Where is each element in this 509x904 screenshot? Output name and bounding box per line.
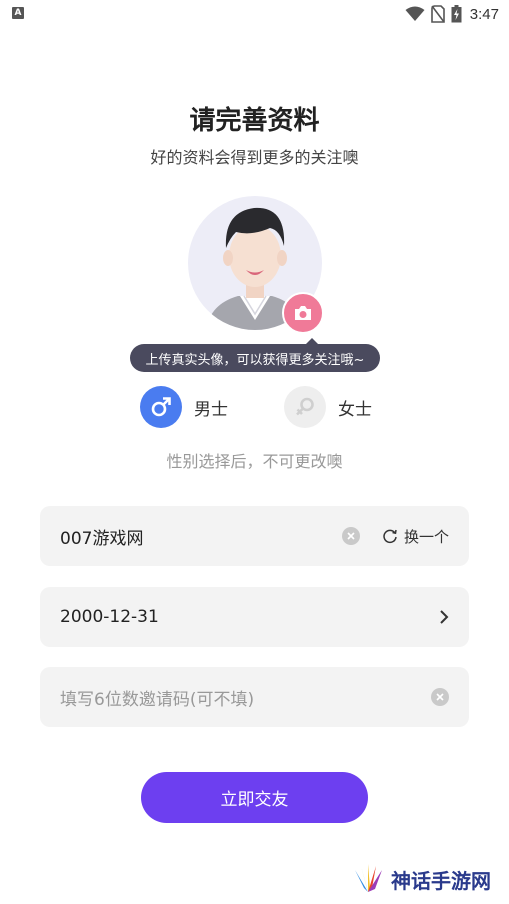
female-icon bbox=[296, 397, 314, 416]
invite-code-field[interactable]: 填写6位数邀请码(可不填) bbox=[40, 667, 469, 727]
clear-nickname-icon[interactable] bbox=[341, 527, 360, 545]
birthday-field[interactable]: 2000-12-31 bbox=[40, 587, 469, 647]
camera-button[interactable] bbox=[282, 292, 324, 334]
watermark: 神话手游网 bbox=[351, 864, 491, 894]
page-title: 请完善资料 bbox=[189, 106, 320, 136]
avatar-tooltip: 上传真实头像，可以获得更多关注哦~ bbox=[130, 338, 380, 372]
female-label: 女士 bbox=[338, 399, 372, 420]
nickname-value[interactable]: 007游戏网 bbox=[60, 524, 342, 549]
nickname-field[interactable]: 007游戏网 换一个 bbox=[40, 506, 469, 566]
avatar-upload[interactable] bbox=[188, 196, 324, 334]
male-icon bbox=[151, 397, 171, 417]
notification-icon: A bbox=[12, 7, 24, 19]
no-sim-icon bbox=[430, 5, 445, 23]
clear-invite-icon[interactable] bbox=[431, 688, 449, 706]
gender-male-option[interactable]: 男士 bbox=[140, 386, 228, 428]
gender-note: 性别选择后，不可更改噢 bbox=[166, 452, 343, 471]
invite-code-input[interactable]: 填写6位数邀请码(可不填) bbox=[60, 685, 431, 710]
birthday-value: 2000-12-31 bbox=[60, 607, 159, 627]
page-subtitle: 好的资料会得到更多的关注噢 bbox=[150, 148, 359, 167]
status-time: 3:47 bbox=[469, 5, 499, 23]
status-icons: 3:47 bbox=[405, 4, 499, 24]
camera-icon bbox=[295, 306, 311, 320]
swap-nickname-button[interactable]: 换一个 bbox=[382, 526, 449, 547]
status-bar: A 3:47 bbox=[0, 0, 509, 28]
refresh-icon bbox=[383, 529, 397, 544]
battery-charging-icon bbox=[451, 5, 462, 23]
female-circle[interactable] bbox=[284, 386, 326, 428]
submit-button[interactable]: 立即交友 bbox=[141, 772, 368, 823]
male-circle[interactable] bbox=[140, 386, 182, 428]
wifi-icon bbox=[405, 6, 425, 21]
watermark-logo bbox=[355, 864, 382, 892]
gender-female-option[interactable]: 女士 bbox=[284, 386, 372, 428]
swap-label: 换一个 bbox=[403, 527, 449, 546]
watermark-text: 神话手游网 bbox=[391, 868, 491, 893]
male-label: 男士 bbox=[194, 399, 228, 420]
chevron-right-icon bbox=[440, 610, 449, 624]
